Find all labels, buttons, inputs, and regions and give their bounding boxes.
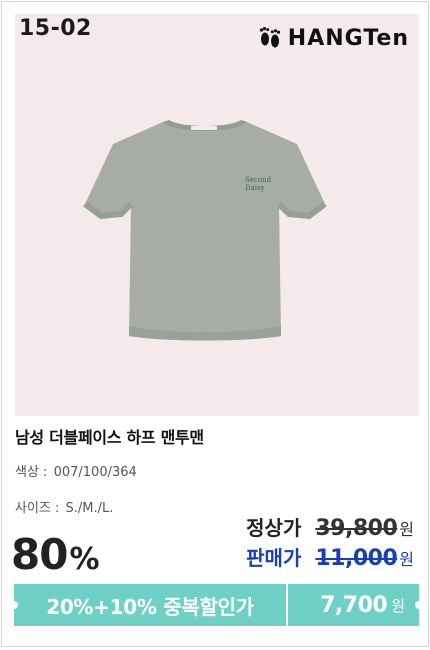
sale-price-value: 11,000 [315,546,398,571]
size-label: 사이즈 : [15,501,60,516]
promo-label: 20%+10% 중복할인가 [10,584,286,626]
final-price: 7,700 [320,592,388,618]
discount-unit: % [69,542,99,577]
sale-price-label: 판매가 [246,546,302,570]
svg-text:Daisy: Daisy [245,184,265,192]
product-title[interactable]: 남성 더블페이스 하프 맨투맨 [15,424,204,448]
color-label: 색상 : [15,465,48,480]
final-price-box: 7,700 원 [288,584,423,626]
size-info: 사이즈 : S./M./L. [15,497,113,516]
product-hero[interactable]: 15-02 HANGTen Second Daisy [15,14,419,416]
final-price-unit: 원 [391,596,405,615]
banner-notch-right [415,601,423,609]
brand-name: HANGTen [287,25,409,51]
discount-number: 80 [11,530,68,579]
color-info: 색상 : 007/100/364 [15,461,137,480]
brand-logo: HANGTen [258,24,409,52]
promo-text: 20%+10% 중복할인가 [46,594,254,619]
discount-rate: 80% [11,530,100,579]
product-code: 15-02 [19,16,92,41]
footprints-icon [259,27,280,48]
regular-price-unit: 원 [399,520,414,539]
regular-price-label: 정상가 [246,516,302,540]
color-value: 007/100/364 [53,465,137,480]
size-value: S./M./L. [65,501,114,516]
regular-price-value: 39,800 [315,516,398,541]
promo-banner[interactable]: 20%+10% 중복할인가 7,700 원 [10,584,423,626]
sale-price-unit: 원 [399,550,414,569]
banner-notch-left [10,601,18,609]
svg-text:Second: Second [245,176,272,184]
regular-price-row: 정상가 39,800 원 [246,512,414,541]
tshirt-image[interactable]: Second Daisy [75,104,335,354]
sale-price-row: 판매가 11,000 원 [246,542,414,571]
product-card[interactable]: 15-02 HANGTen Second Daisy 남성 더블페이스 하프 맨… [1,1,429,647]
